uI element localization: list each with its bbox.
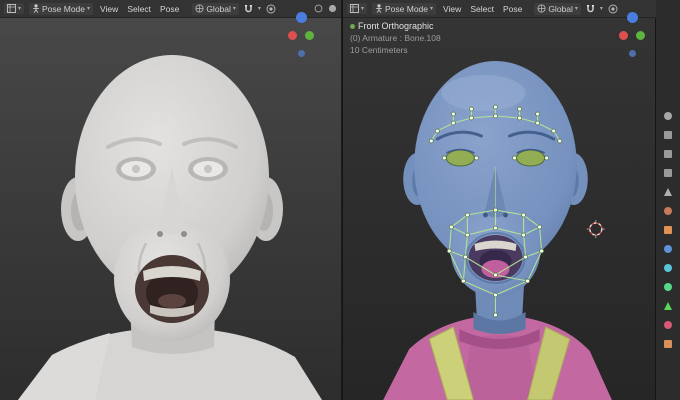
viewport-editor-icon <box>350 4 359 13</box>
global-orientation-icon <box>195 4 204 13</box>
pose-mode-icon <box>32 4 40 13</box>
mode-dropdown[interactable]: Pose Mode ▾ <box>372 3 436 15</box>
axis-y-icon[interactable] <box>305 31 314 40</box>
properties-tab-texture-icon[interactable] <box>664 340 672 348</box>
properties-tab-modifiers-icon[interactable] <box>664 245 672 253</box>
mode-dropdown[interactable]: Pose Mode ▾ <box>29 3 93 15</box>
blender-window: ▾ Pose Mode ▾ View Select Pose Global ▾ … <box>0 0 680 400</box>
properties-tab-view-layer-icon[interactable] <box>664 169 672 177</box>
menu-view[interactable]: View <box>98 3 120 15</box>
axis-x-icon[interactable] <box>288 31 297 40</box>
axis-z-icon[interactable] <box>296 12 307 23</box>
viewport-left[interactable]: ▾ Pose Mode ▾ View Select Pose Global ▾ … <box>0 0 341 400</box>
properties-tab-rail <box>655 0 680 400</box>
axis-minus-icon[interactable] <box>298 50 305 57</box>
editor-type-button[interactable]: ▾ <box>347 3 367 14</box>
material-viewport-canvas[interactable] <box>343 17 656 400</box>
axis-z-icon[interactable] <box>627 12 638 23</box>
chevron-down-icon: ▾ <box>18 6 21 12</box>
properties-tab-object-data-icon[interactable] <box>664 302 672 310</box>
chevron-down-icon: ▾ <box>233 6 236 12</box>
view-name-label: Front Orthographic <box>358 21 434 32</box>
chevron-down-icon: ▾ <box>430 6 433 12</box>
snap-magnet-icon[interactable] <box>586 4 595 14</box>
menu-pose[interactable]: Pose <box>158 3 181 15</box>
orientation-dropdown[interactable]: Global ▾ <box>534 3 581 15</box>
properties-tab-output-icon[interactable] <box>664 150 672 158</box>
navigation-gizmo[interactable] <box>619 12 646 58</box>
viewport-overlays-icon[interactable] <box>314 4 323 13</box>
proportional-edit-icon[interactable] <box>608 4 618 14</box>
viewport-right[interactable]: ▾ Pose Mode ▾ View Select Pose Global ▾ … <box>342 0 656 400</box>
menu-select[interactable]: Select <box>125 3 153 15</box>
viewport-overlay-text: Front Orthographic (0) Armature : Bone.1… <box>350 21 441 56</box>
viewport-editor-icon <box>7 4 16 13</box>
properties-tab-scene-icon[interactable] <box>664 188 672 196</box>
navigation-gizmo[interactable] <box>288 12 315 58</box>
pose-mode-icon <box>375 4 383 13</box>
properties-tab-material-icon[interactable] <box>664 321 672 329</box>
properties-tab-physics-icon[interactable] <box>664 283 672 291</box>
chevron-down-icon: ▾ <box>87 6 90 12</box>
orientation-dropdown[interactable]: Global ▾ <box>192 3 239 15</box>
properties-tab-particles-icon[interactable] <box>664 264 672 272</box>
properties-tab-object-icon[interactable] <box>664 226 672 234</box>
scale-label: 10 Centimeters <box>350 45 441 56</box>
active-object-label: (0) Armature : Bone.108 <box>350 33 441 44</box>
view-indicator-icon <box>350 24 355 29</box>
menu-view[interactable]: View <box>441 3 463 15</box>
axis-x-icon[interactable] <box>619 31 628 40</box>
orientation-label: Global <box>206 4 231 14</box>
menu-select[interactable]: Select <box>468 3 496 15</box>
mode-label: Pose Mode <box>42 4 85 14</box>
snap-options-dropdown[interactable]: ▾ <box>600 6 603 12</box>
properties-tab-world-icon[interactable] <box>664 207 672 215</box>
viewport-right-header: ▾ Pose Mode ▾ View Select Pose Global ▾ … <box>343 0 656 18</box>
axis-minus-icon[interactable] <box>629 50 636 57</box>
clay-viewport-canvas[interactable] <box>0 17 341 400</box>
snap-options-dropdown[interactable]: ▾ <box>258 6 261 12</box>
snap-magnet-icon[interactable] <box>244 4 253 14</box>
mode-label: Pose Mode <box>385 4 428 14</box>
chevron-down-icon: ▾ <box>361 6 364 12</box>
proportional-edit-icon[interactable] <box>266 4 276 14</box>
viewport-shading-icon[interactable] <box>328 4 337 13</box>
editor-type-button[interactable]: ▾ <box>4 3 24 14</box>
menu-pose[interactable]: Pose <box>501 3 524 15</box>
orientation-label: Global <box>548 4 573 14</box>
global-orientation-icon <box>537 4 546 13</box>
properties-tab-render-icon[interactable] <box>664 131 672 139</box>
chevron-down-icon: ▾ <box>575 6 578 12</box>
axis-y-icon[interactable] <box>636 31 645 40</box>
properties-tab-tool-icon[interactable] <box>664 112 672 120</box>
